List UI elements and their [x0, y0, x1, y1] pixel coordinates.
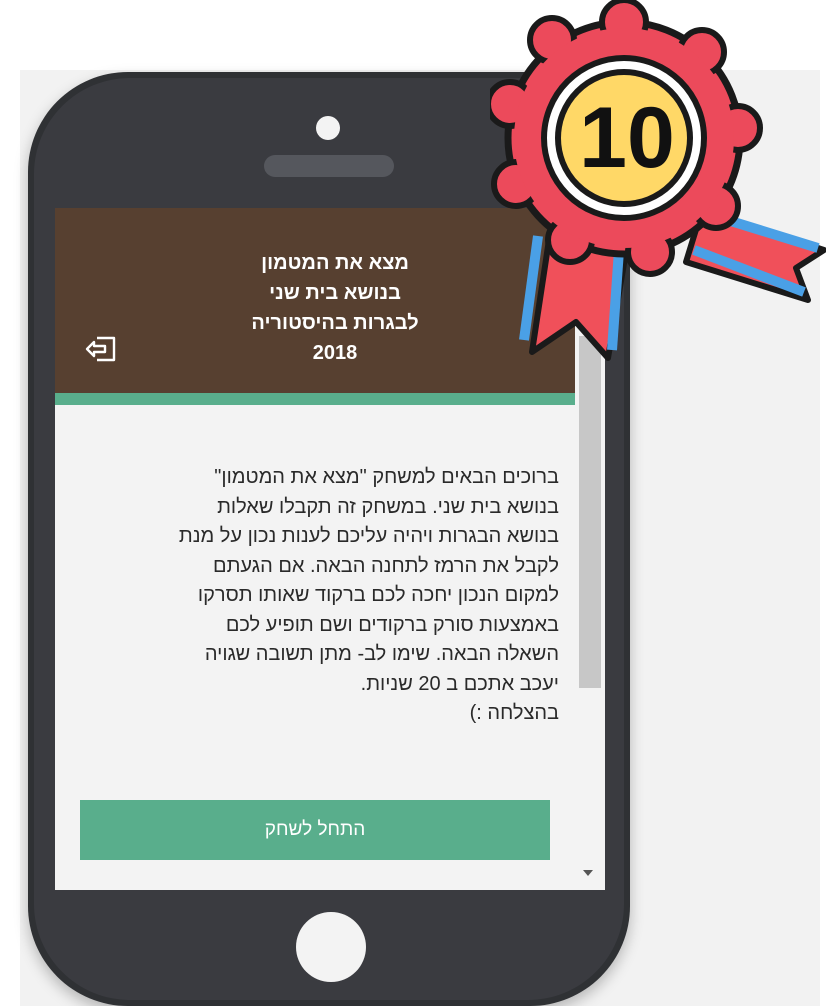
- game-title: מצא את המטמון בנושא בית שני לבגרות בהיסט…: [251, 252, 419, 364]
- start-game-button[interactable]: התחל לשחק: [80, 800, 550, 860]
- home-button[interactable]: [296, 912, 366, 982]
- award-ribbon-icon: [490, 0, 826, 361]
- camera-icon: [316, 116, 340, 140]
- logout-icon[interactable]: [83, 334, 119, 364]
- welcome-message: ברוכים הבאים למשחק "מצא את המטמון" בנושא…: [178, 466, 559, 724]
- speaker-grille: [264, 155, 394, 177]
- header-accent-strip: [55, 393, 575, 405]
- award-number: 10: [579, 90, 675, 186]
- scroll-down-arrow-icon[interactable]: [583, 870, 593, 876]
